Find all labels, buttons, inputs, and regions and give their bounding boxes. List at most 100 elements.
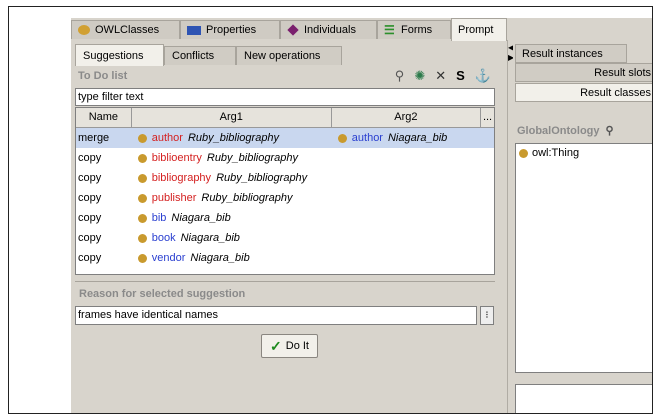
class-icon	[137, 233, 147, 243]
tab-label: Prompt	[458, 24, 494, 36]
cell-arg1: publisher Ruby_bibliography	[132, 192, 332, 204]
tab-conflicts[interactable]: Conflicts	[164, 46, 236, 65]
cell-arg2: author Niagara_bib	[332, 132, 481, 144]
ontology-name: Ruby_bibliography	[201, 192, 293, 204]
class-icon	[137, 133, 147, 143]
filter-input[interactable]: type filter text	[75, 88, 495, 106]
todo-toolbar: ⚲ ✺ ✕ S ⚓	[395, 69, 495, 83]
owl-classes-icon	[78, 25, 90, 35]
cell-arg1: biblioentry Ruby_bibliography	[132, 152, 332, 164]
table-row[interactable]: copy bib Niagara_bib	[76, 208, 494, 228]
cell-name: merge	[78, 132, 110, 144]
cell-name: copy	[78, 172, 102, 184]
class-name: bibliography	[151, 172, 212, 184]
column-header-arg2[interactable]: Arg2	[332, 108, 482, 127]
column-header-arg1[interactable]: Arg1	[132, 108, 332, 127]
cell-name: copy	[78, 232, 102, 244]
tab-individuals[interactable]: Individuals	[280, 20, 377, 39]
close-icon[interactable]: ✕	[435, 69, 446, 83]
tab-label: Result classes	[580, 86, 651, 99]
tree-item-owl-thing[interactable]: owl:Thing	[516, 144, 652, 162]
class-name: biblioentry	[151, 152, 202, 164]
tree-item-label: owl:Thing	[532, 147, 580, 159]
table-row[interactable]: merge author Ruby_bibliography author Niagar…	[76, 128, 494, 148]
divider	[75, 281, 495, 284]
class-name: bib	[151, 212, 167, 224]
spinner-icon[interactable]: ⁝	[480, 306, 494, 325]
ontology-name: Niagara_bib	[190, 252, 250, 264]
column-header-name[interactable]: Name	[76, 108, 132, 127]
table-row[interactable]: copy publisher Ruby_bibliography	[76, 188, 494, 208]
ontology-header: GlobalOntology ⚲	[517, 124, 614, 138]
class-icon	[137, 193, 147, 203]
class-icon	[137, 253, 147, 263]
ontology-name: Ruby_bibliography	[216, 172, 308, 184]
top-tab-bar: OWLClasses Properties Individuals ☰ Form…	[71, 18, 652, 41]
class-name: author	[151, 132, 183, 144]
tab-forms[interactable]: ☰ Forms	[377, 20, 451, 39]
tab-label: Forms	[401, 24, 433, 36]
class-icon	[137, 153, 147, 163]
class-icon	[519, 148, 528, 158]
cell-name: copy	[78, 192, 102, 204]
suggestions-table: Name Arg1 Arg2 ... merge author Ruby_bibli…	[75, 107, 495, 275]
tab-prompt[interactable]: Prompt	[451, 18, 507, 41]
tab-suggestions[interactable]: Suggestions	[75, 44, 164, 66]
cell-arg1: author Ruby_bibliography	[132, 132, 332, 144]
reason-label: Reason for selected suggestion	[79, 288, 246, 300]
table-row[interactable]: copy biblioentry Ruby_bibliography	[76, 148, 494, 168]
cell-arg1: bibliography Ruby_bibliography	[132, 172, 332, 184]
forms-icon: ☰	[384, 23, 395, 37]
cell-name: copy	[78, 152, 102, 164]
s-icon[interactable]: S	[456, 69, 465, 83]
app-window: OWLClasses Properties Individuals ☰ Form…	[71, 18, 652, 413]
table-row[interactable]: copy book Niagara_bib	[76, 228, 494, 248]
properties-icon	[187, 25, 201, 35]
tab-result-classes[interactable]: Result classes	[515, 83, 652, 102]
table-body: merge author Ruby_bibliography author Niagar…	[76, 128, 494, 268]
tab-label: Suggestions	[83, 49, 144, 62]
column-chooser-button[interactable]: ...	[481, 108, 494, 127]
ontology-name: Niagara_bib	[387, 132, 448, 144]
suggestions-panel: Suggestions Conflicts New operations To …	[71, 40, 507, 413]
tab-label: Properties	[206, 24, 257, 36]
todo-header: To Do list ⚲ ✺ ✕ S ⚓	[75, 66, 495, 86]
tab-label: Result instances	[522, 47, 603, 60]
cell-name: copy	[78, 252, 102, 264]
cell-arg1: book Niagara_bib	[132, 232, 332, 244]
ontology-label: GlobalOntology	[517, 124, 600, 137]
do-it-label: Do It	[285, 340, 309, 352]
tab-properties[interactable]: Properties	[180, 20, 280, 39]
do-it-button[interactable]: ✓ Do It	[261, 334, 318, 358]
checkmark-icon: ✓	[270, 337, 282, 354]
class-icon	[137, 213, 147, 223]
class-tree: owl:Thing	[515, 143, 652, 373]
tab-result-instances[interactable]: Result instances	[515, 44, 627, 63]
class-name: author	[351, 132, 383, 144]
tab-result-slots[interactable]: Result slots	[515, 63, 652, 82]
individuals-icon	[287, 24, 299, 36]
tab-new-operations[interactable]: New operations	[236, 46, 342, 65]
class-icon	[337, 133, 347, 143]
table-row[interactable]: copy bibliography Ruby_bibliography	[76, 168, 494, 188]
tab-label: Individuals	[304, 24, 356, 36]
cell-arg1: vendor Niagara_bib	[132, 252, 332, 264]
user-icon[interactable]: ⚲	[395, 69, 405, 83]
results-detail-area	[515, 384, 652, 413]
tab-label: Conflicts	[172, 50, 215, 62]
ontology-name: Niagara_bib	[171, 212, 231, 224]
bug-icon[interactable]: ✺	[414, 69, 425, 83]
class-name: book	[151, 232, 176, 244]
tab-label: OWLClasses	[95, 24, 160, 36]
tab-owlclasses[interactable]: OWLClasses	[71, 20, 180, 39]
anchor-icon[interactable]: ⚓	[475, 69, 491, 83]
class-name: publisher	[151, 192, 197, 204]
cell-arg1: bib Niagara_bib	[132, 212, 332, 224]
user-icon[interactable]: ⚲	[606, 124, 614, 137]
reason-field[interactable]: frames have identical names	[75, 306, 477, 325]
ontology-name: Ruby_bibliography	[187, 132, 280, 144]
todo-title: To Do list	[78, 70, 128, 82]
results-panel: Result instances Result slots Result cla…	[513, 40, 652, 413]
figure-frame: OWLClasses Properties Individuals ☰ Form…	[8, 6, 653, 414]
table-row[interactable]: copy vendor Niagara_bib	[76, 248, 494, 268]
